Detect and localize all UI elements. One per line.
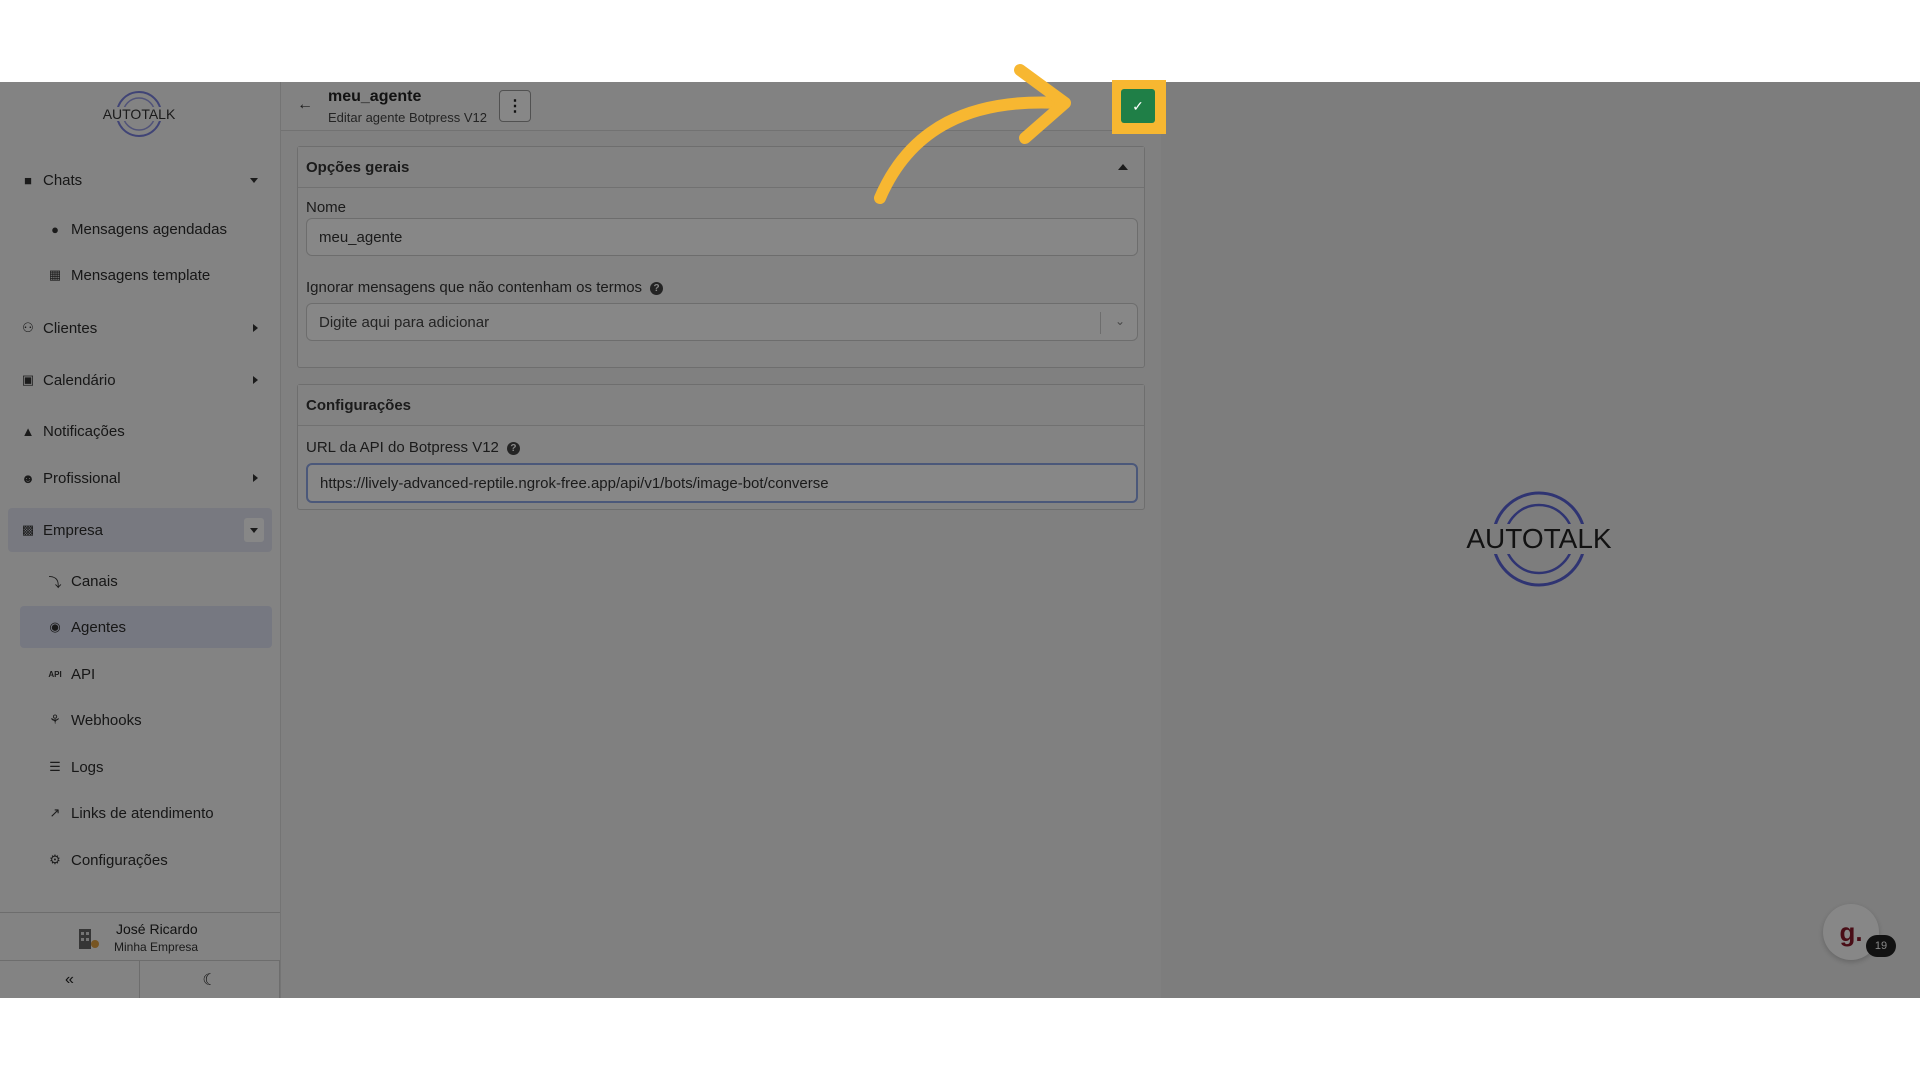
sidebar-item-canais[interactable]: ⤵ Canais	[0, 561, 280, 601]
logo-text: AUTOTALK	[1466, 523, 1612, 554]
configurations-header: Configurações	[298, 385, 1144, 426]
autotalk-logo[interactable]: AUTOTALK	[94, 88, 184, 140]
sidebar-item-links-de-atendimento[interactable]: ↗ Links de atendimento	[0, 793, 280, 833]
check-icon: ✓	[1132, 97, 1144, 114]
user-company: Minha Empresa	[114, 940, 199, 954]
back-arrow-icon[interactable]: ←	[297, 96, 313, 114]
sidebar-item-label: Logs	[71, 758, 104, 776]
user-cog-icon: ☻	[21, 470, 35, 486]
theme-toggle-button[interactable]: ☾	[140, 961, 280, 998]
name-label: Nome	[306, 199, 347, 216]
sidebar-item-notificacoes[interactable]: ▲ Notificações	[0, 411, 280, 451]
sidebar-item-label: Profissional	[43, 469, 121, 487]
chevron-down-button[interactable]	[244, 518, 264, 542]
help-icon[interactable]: ?	[650, 281, 664, 295]
sidebar-item-label: Links de atendimento	[71, 804, 214, 822]
double-chevron-left-icon: «	[65, 971, 74, 988]
sidebar-item-label: Webhooks	[71, 711, 142, 729]
chevron-right-icon	[253, 376, 258, 384]
app-window: AUTOTALK ■ Chats ● Mensagens agendadas ▦…	[0, 82, 1920, 998]
tutorial-arrow	[874, 64, 1071, 204]
sidebar-item-agentes[interactable]: ◉ Agentes	[20, 606, 272, 648]
sidebar-item-empresa[interactable]: ▩ Empresa	[8, 508, 272, 552]
sidebar-item-configuracoes[interactable]: ⚙ Configurações	[0, 840, 280, 880]
page-subtitle: Editar agente Botpress V12	[328, 110, 487, 125]
moon-icon: ☾	[202, 972, 217, 989]
list-icon: ☰	[49, 759, 61, 774]
plug-icon: ⤵	[48, 574, 62, 590]
sidebar-item-label: Mensagens agendadas	[71, 220, 227, 238]
select-separator	[1100, 312, 1101, 334]
name-input-value: meu_agente	[319, 228, 403, 246]
robot-icon: ◉	[49, 619, 61, 634]
save-button[interactable]: ✓	[1121, 89, 1155, 123]
chat-count-badge: 19	[1866, 935, 1896, 957]
chevron-down-icon	[250, 527, 258, 533]
ignore-terms-label: Ignorar mensagens que não contenham os t…	[306, 279, 664, 296]
sidebar-item-label: Clientes	[43, 319, 98, 337]
sidebar-item-profissional[interactable]: ☻ Profissional	[0, 458, 280, 498]
sidebar-item-label: Agentes	[71, 618, 127, 636]
sidebar-item-label: Notificações	[43, 422, 125, 440]
api-url-value: https://lively-advanced-reptile.ngrok-fr…	[320, 474, 829, 492]
autotalk-logo-large: AUTOTALK	[1458, 491, 1620, 587]
sidebar-item-label: Configurações	[71, 851, 168, 869]
ignore-terms-placeholder: Digite aqui para adicionar	[319, 313, 490, 331]
ignore-terms-select[interactable]: Digite aqui para adicionar ⌄	[306, 303, 1138, 341]
sidebar-item-mensagens-template[interactable]: ▦ Mensagens template	[0, 255, 280, 295]
kebab-icon: ⋮	[507, 98, 523, 115]
chevron-down-icon	[250, 177, 258, 183]
calendar-icon: ▣	[21, 372, 35, 387]
api-icon: API	[48, 669, 62, 679]
clock-icon: ●	[51, 221, 59, 237]
name-input[interactable]: meu_agente	[306, 218, 1138, 256]
help-icon[interactable]: ?	[506, 441, 520, 455]
sidebar-item-label: Empresa	[43, 521, 104, 539]
section-title: Opções gerais	[306, 158, 410, 176]
api-url-label: URL da API do Botpress V12?	[306, 439, 520, 456]
sidebar-item-label: Mensagens template	[71, 266, 211, 284]
ignore-terms-label-text: Ignorar mensagens que não contenham os t…	[306, 279, 643, 296]
sidebar-item-label: Chats	[43, 171, 83, 189]
sidebar-item-calendario[interactable]: ▣ Calendário	[0, 360, 280, 400]
user-name: José Ricardo	[116, 921, 198, 937]
sidebar-item-api[interactable]: API API	[0, 654, 280, 694]
gear-icon: ⚙	[49, 852, 61, 867]
more-options-button[interactable]: ⋮	[499, 90, 531, 122]
building-icon: ▩	[21, 522, 35, 537]
chevron-right-icon	[253, 324, 258, 332]
avatar	[79, 929, 99, 949]
sidebar-footer: « ☾	[0, 960, 280, 998]
chat-bubble-icon: ■	[24, 172, 32, 188]
users-icon: ⚇	[22, 320, 34, 335]
bell-icon: ▲	[21, 423, 35, 439]
chevron-down-icon[interactable]: ⌄	[1115, 314, 1125, 328]
sidebar-item-label: Calendário	[43, 371, 116, 389]
webhook-icon: ⚘	[49, 712, 61, 727]
chevron-up-icon[interactable]	[1118, 164, 1128, 170]
collapse-sidebar-button[interactable]: «	[0, 961, 140, 998]
template-icon: ▦	[48, 267, 62, 282]
sidebar-item-mensagens-agendadas[interactable]: ● Mensagens agendadas	[0, 209, 280, 249]
user-profile[interactable]: José Ricardo Minha Empresa	[0, 912, 280, 961]
main-content: ← meu_agente Editar agente Botpress V12 …	[281, 82, 1161, 998]
sidebar: AUTOTALK ■ Chats ● Mensagens agendadas ▦…	[0, 82, 281, 998]
configurations-panel: Configurações URL da API do Botpress V12…	[297, 384, 1145, 510]
logo-text: AUTOTALK	[103, 106, 176, 122]
sidebar-item-chats[interactable]: ■ Chats	[0, 160, 280, 200]
chevron-right-icon	[253, 474, 258, 482]
sidebar-item-logs[interactable]: ☰ Logs	[0, 747, 280, 787]
api-url-label-text: URL da API do Botpress V12	[306, 439, 499, 456]
preview-area: AUTOTALK g. 19	[1161, 82, 1920, 998]
sidebar-item-label: Canais	[71, 572, 118, 590]
external-link-icon: ↗	[49, 805, 61, 820]
api-url-input[interactable]: https://lively-advanced-reptile.ngrok-fr…	[306, 463, 1138, 503]
sidebar-item-webhooks[interactable]: ⚘ Webhooks	[0, 700, 280, 740]
chat-widget-logo: g.	[1839, 916, 1863, 947]
section-title: Configurações	[306, 396, 412, 414]
sidebar-item-clientes[interactable]: ⚇ Clientes	[0, 308, 280, 348]
page-title: meu_agente	[328, 88, 422, 105]
sidebar-item-label: API	[71, 665, 96, 683]
